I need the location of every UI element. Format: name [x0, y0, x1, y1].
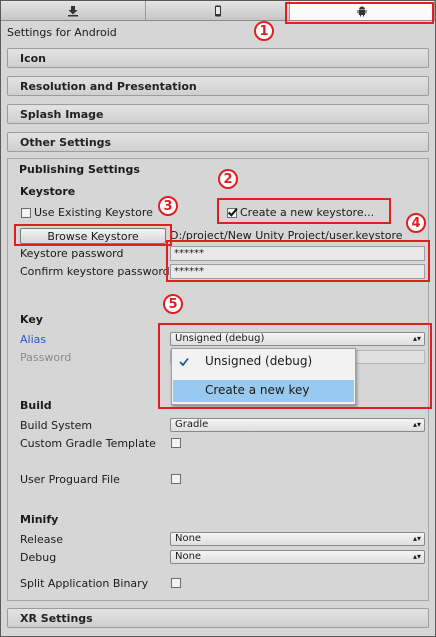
section-other[interactable]: Other Settings: [7, 132, 429, 152]
build-system-dropdown[interactable]: Gradle ▴▾: [170, 418, 425, 432]
mobile-icon: [214, 5, 221, 16]
section-label: Splash Image: [20, 108, 104, 121]
minify-debug-value: None: [175, 551, 202, 562]
annotation-box-3: [14, 224, 172, 246]
use-existing-keystore-checkbox[interactable]: [21, 208, 31, 218]
minify-release-label: Release: [20, 533, 63, 546]
key-heading: Key: [20, 313, 43, 326]
alias-label: Alias: [20, 333, 47, 346]
minify-heading: Minify: [20, 513, 59, 526]
keystore-password-label: Keystore password: [20, 247, 124, 260]
annotation-box-1: [285, 2, 434, 24]
build-heading: Build: [20, 399, 52, 412]
annotation-badge-2: 2: [218, 169, 238, 189]
section-publishing[interactable]: Publishing Settings: [19, 163, 140, 176]
minify-release-value: None: [175, 533, 202, 544]
tab-ios[interactable]: [145, 1, 291, 20]
tab-standalone[interactable]: [1, 1, 146, 20]
download-icon: [67, 5, 78, 16]
custom-gradle-checkbox[interactable]: [171, 438, 181, 448]
annotation-badge-4: 4: [406, 213, 426, 233]
section-label: Resolution and Presentation: [20, 80, 197, 93]
minify-debug-dropdown[interactable]: None ▴▾: [170, 550, 425, 564]
section-label: XR Settings: [20, 612, 93, 625]
annotation-box-5: [158, 323, 432, 409]
confirm-keystore-password-label: Confirm keystore password: [20, 265, 169, 278]
annotation-box-4: [166, 240, 430, 282]
keystore-heading: Keystore: [20, 185, 76, 198]
minify-debug-label: Debug: [20, 551, 57, 564]
proguard-checkbox[interactable]: [171, 474, 181, 484]
annotation-badge-3: 3: [158, 196, 178, 216]
minify-release-dropdown[interactable]: None ▴▾: [170, 532, 425, 546]
build-system-value: Gradle: [175, 419, 209, 430]
section-splash[interactable]: Splash Image: [7, 104, 429, 124]
split-binary-label: Split Application Binary: [20, 577, 149, 590]
section-label: Icon: [20, 52, 47, 65]
build-system-label: Build System: [20, 419, 93, 432]
updown-arrow-icon: ▴▾: [412, 420, 421, 429]
annotation-box-2: [217, 198, 391, 224]
section-resolution[interactable]: Resolution and Presentation: [7, 76, 429, 96]
section-xr[interactable]: XR Settings: [7, 608, 429, 628]
section-icon[interactable]: Icon: [7, 48, 429, 68]
use-existing-keystore-label: Use Existing Keystore: [34, 206, 153, 219]
section-label: Other Settings: [20, 136, 112, 149]
key-password-label: Password: [20, 351, 72, 364]
proguard-label: User Proguard File: [20, 473, 120, 486]
annotation-badge-1: 1: [254, 21, 274, 41]
split-binary-checkbox[interactable]: [171, 578, 181, 588]
updown-arrow-icon: ▴▾: [412, 534, 421, 543]
updown-arrow-icon: ▴▾: [412, 552, 421, 561]
annotation-badge-5: 5: [163, 294, 183, 314]
page-title: Settings for Android: [7, 26, 117, 39]
inspector-window: Settings for Android Icon Resolution and…: [0, 0, 436, 637]
custom-gradle-label: Custom Gradle Template: [20, 437, 156, 450]
